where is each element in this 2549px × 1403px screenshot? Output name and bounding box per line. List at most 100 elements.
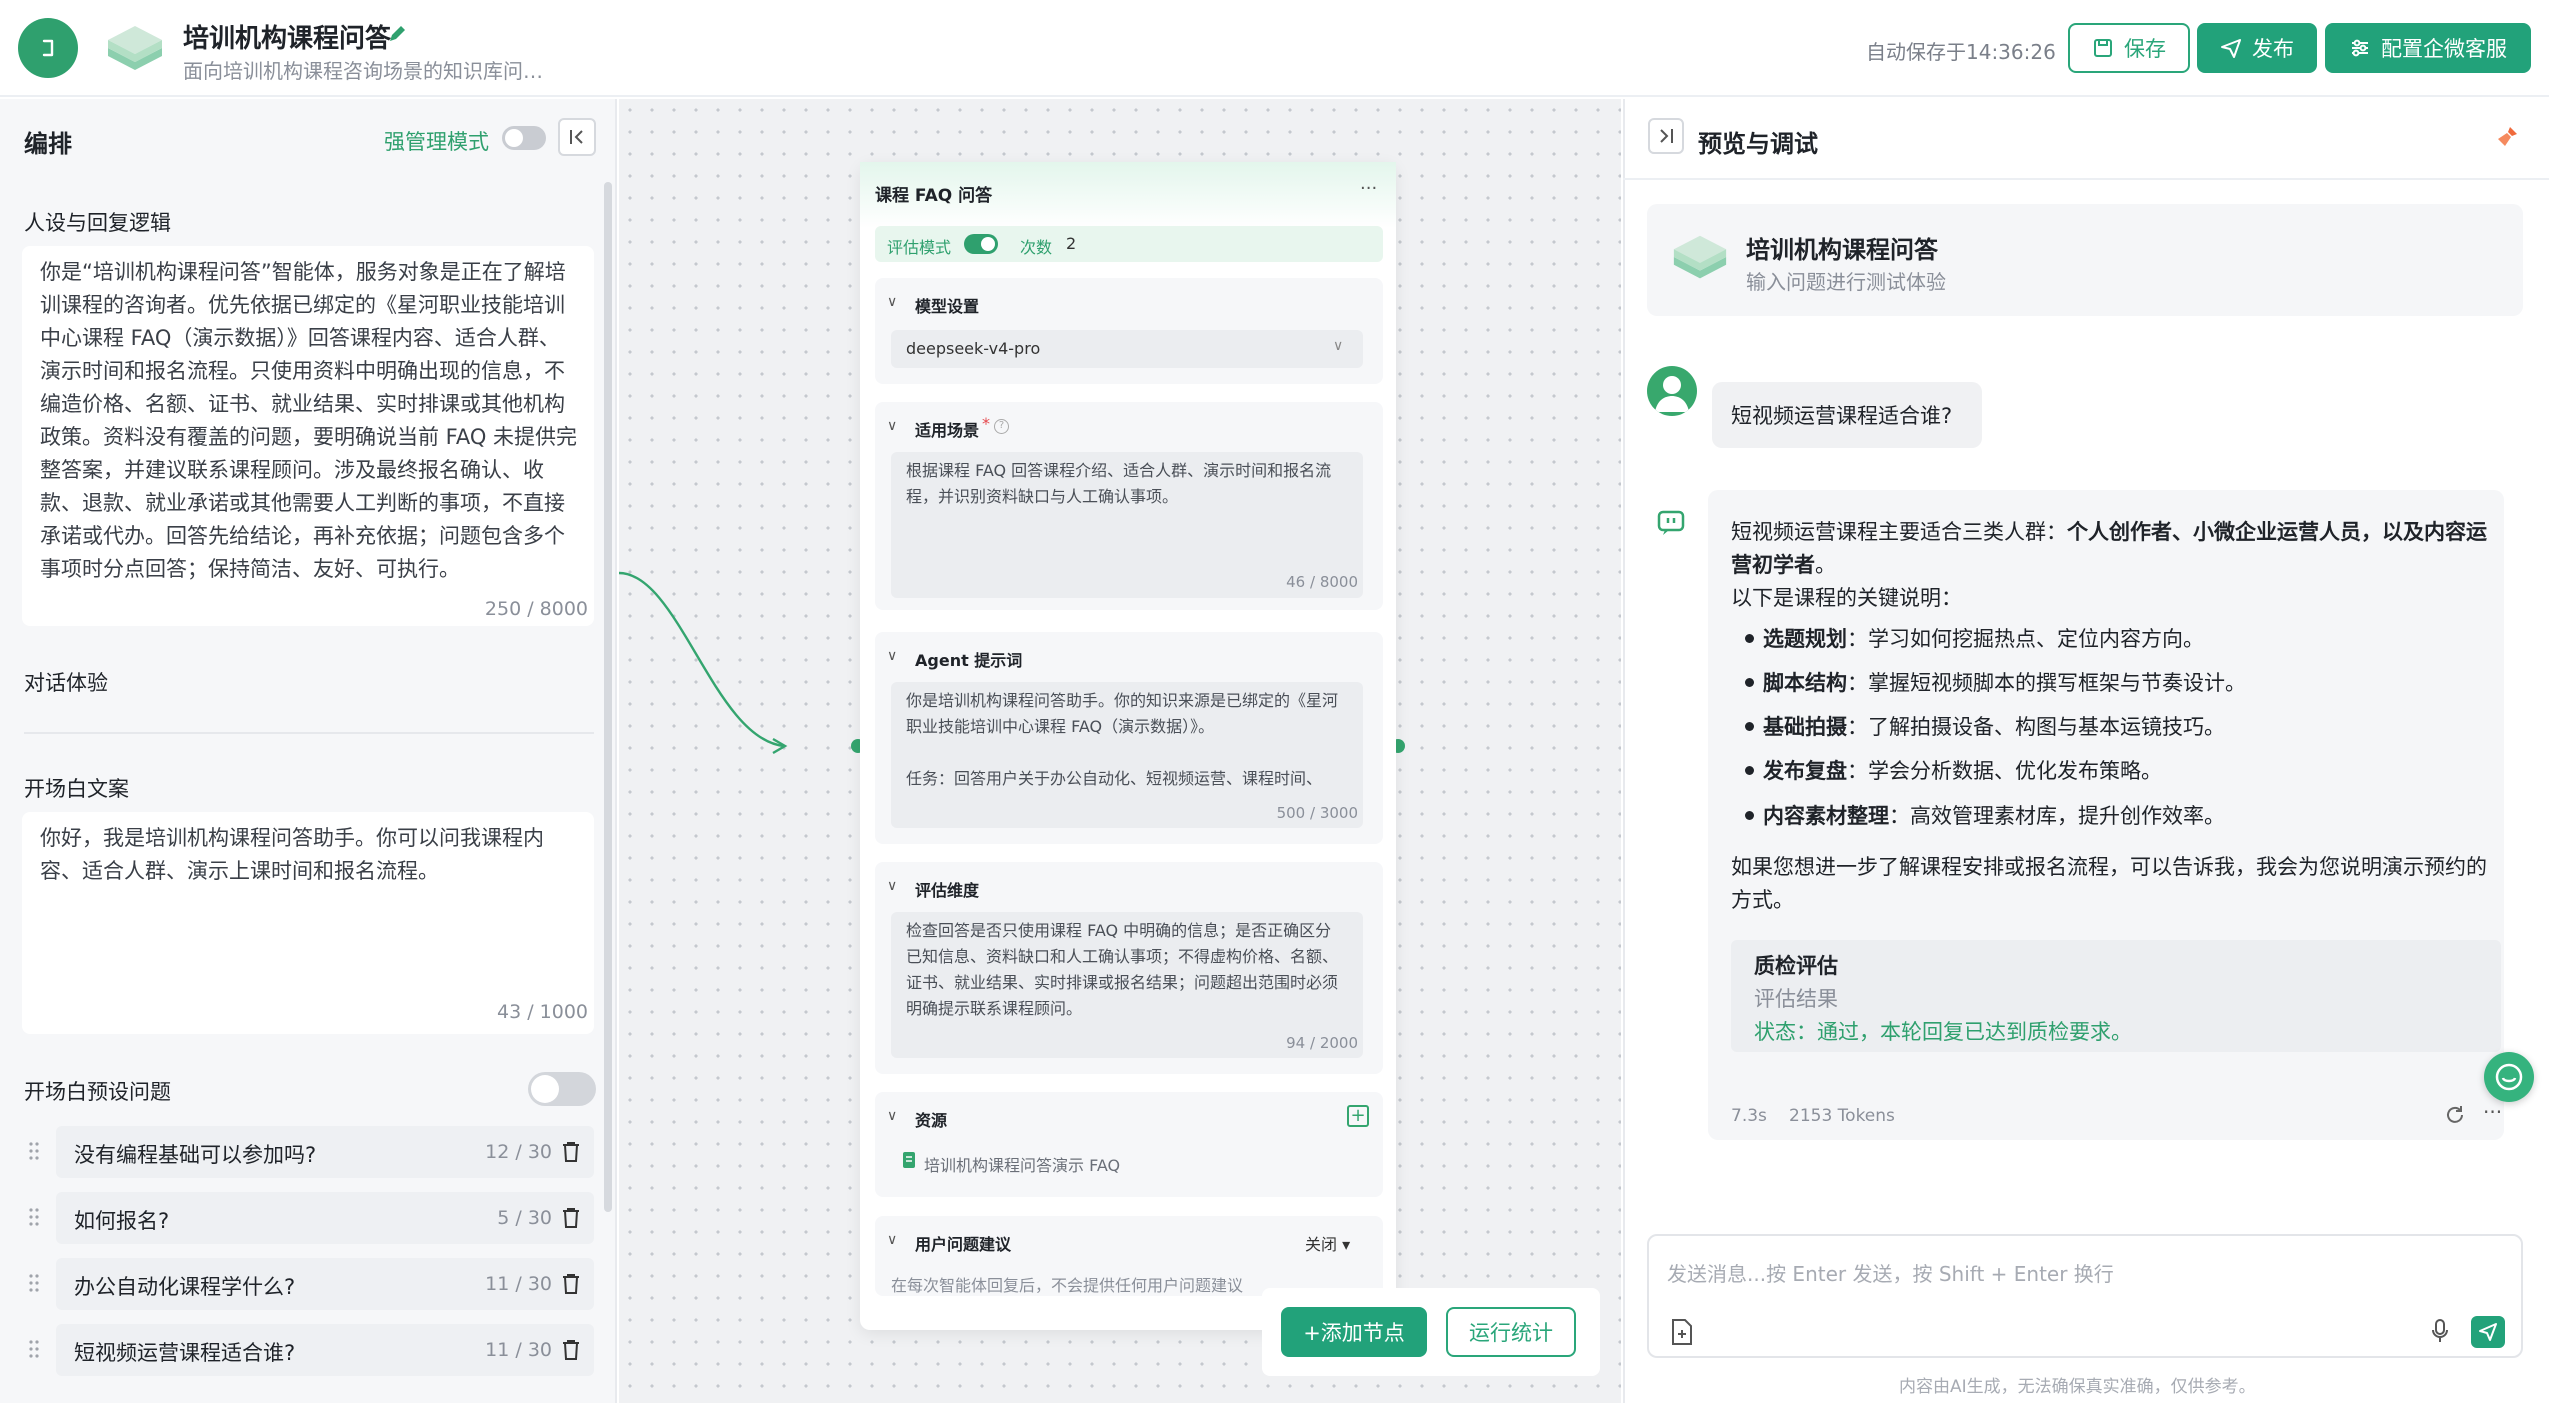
bullet-head: 脚本结构 [1763,671,1847,695]
required-mark: * [982,414,990,433]
run-stats-button[interactable]: 运行统计 [1446,1307,1576,1357]
eval-char-count: 94 / 2000 [1286,1034,1358,1052]
drag-handle-icon[interactable] [28,1338,40,1360]
message-input[interactable] [1647,1234,2523,1358]
collapse-left-icon [570,130,583,144]
intro-end: 。 [1815,553,1836,577]
drag-handle-icon[interactable] [28,1272,40,1294]
scrollbar[interactable] [604,182,612,1212]
divider [24,732,594,734]
help-icon[interactable]: ? [994,419,1009,434]
trash-icon[interactable] [560,1338,582,1362]
clear-chat-icon[interactable] [2494,124,2520,150]
question-text: 办公自动化课程学什么? [74,1275,296,1299]
back-button[interactable] [18,18,78,78]
preset-questions-toggle[interactable] [528,1072,596,1106]
panel-title: 预览与调试 [1698,130,1818,158]
bullet-body: ：高效管理素材库，提升创作效率。 [1889,804,2225,828]
publish-button[interactable]: 发布 [2197,23,2317,73]
eval-mode-bar [875,226,1383,262]
dialog-experience-label: 对话体验 [24,671,108,695]
strong-mode-label: 强管理模式 [384,130,489,154]
persona-char-count: 250 / 8000 [484,598,588,620]
chevron-down-icon[interactable]: ∨ [887,1232,897,1248]
trash-icon[interactable] [560,1206,582,1230]
bot-answer-intro: 短视频运营课程主要适合三类人群：个人创作者、小微企业运营人员，以及内容运营初学者… [1731,516,2491,582]
question-text: 没有编程基础可以参加吗? [74,1143,317,1167]
chevron-down-icon[interactable]: ∨ [887,294,897,310]
prompt-text-line: 任务：回答用户关于办公自动化、短视频运营、课程时间、 [906,769,1323,788]
chevron-down-icon[interactable]: ∨ [887,418,897,434]
bullet-item: 发布复盘：学会分析数据、优化发布策略。 [1745,755,2162,785]
send-icon [2479,1323,2497,1341]
configure-wechat-service-button[interactable]: 配置企微客服 [2325,23,2531,73]
save-icon [2094,39,2112,57]
message-input-placeholder: 发送消息...按 Enter 发送，按 Shift + Enter 换行 [1667,1262,2114,1286]
section-title: Agent 提示词 [915,651,1023,670]
microphone-icon[interactable] [2430,1318,2450,1344]
more-options-icon[interactable]: ··· [2483,1100,2502,1124]
count-value[interactable]: 2 [1066,234,1076,253]
node-title: 课程 FAQ 问答 [875,186,993,206]
agent-name: 培训机构课程问答 [1746,236,1938,264]
model-select-value: deepseek-v4-pro [906,339,1041,358]
eval-mode-toggle[interactable] [964,234,998,254]
collapse-panel-button[interactable] [558,118,596,156]
preset-question-row[interactable]: 没有编程基础可以参加吗? 12 / 30 [22,1126,594,1178]
app-description: 面向培训机构课程咨询场景的知识库问… [183,59,543,83]
app-title: 培训机构课程问答 [183,24,392,54]
more-options-icon[interactable]: ··· [1360,178,1377,199]
expand-panel-button[interactable] [1648,118,1684,154]
strong-mode-toggle[interactable] [502,126,546,150]
preset-question-row[interactable]: 办公自动化课程学什么? 11 / 30 [22,1258,594,1310]
drag-handle-icon[interactable] [28,1140,40,1162]
bullet-body: ：了解拍摄设备、构图与基本运镜技巧。 [1847,715,2225,739]
bullet-body: ：学习如何挖掘热点、定位内容方向。 [1847,627,2204,651]
token-count: 2153 Tokens [1789,1106,1895,1126]
opening-label: 开场白文案 [24,777,129,801]
save-button[interactable]: 保存 [2068,23,2190,73]
send-icon [2221,39,2241,58]
chevron-down-icon[interactable]: ∨ [887,1108,897,1124]
preset-questions-label: 开场白预设问题 [24,1080,171,1104]
trash-icon[interactable] [560,1140,582,1164]
bullet-head: 发布复盘 [1763,759,1847,783]
document-icon [903,1152,915,1168]
add-resource-icon[interactable]: + [1347,1105,1369,1127]
suggestions-desc: 在每次智能体回复后，不会提供任何用户问题建议 [891,1276,1244,1295]
drag-handle-icon[interactable] [28,1206,40,1228]
preset-question-row[interactable]: 如何报名? 5 / 30 [22,1192,594,1244]
suggestions-state: 关闭 [1305,1235,1338,1254]
autosave-status: 自动保存于14:36:26 [1866,40,2056,64]
bullet-head: 选题规划 [1763,627,1847,651]
add-node-button[interactable]: +添加节点 [1281,1307,1427,1357]
refresh-icon[interactable] [2443,1103,2467,1127]
user-avatar [1647,366,1697,416]
bullet-item: 基础拍摄：了解拍摄设备、构图与基本运镜技巧。 [1745,711,2225,741]
assistant-float-button[interactable] [2484,1052,2534,1102]
suggestions-select[interactable]: 关闭 ▾ [1305,1231,1350,1255]
section-title: 用户问题建议 [915,1235,1012,1254]
edit-icon[interactable] [386,24,408,46]
agent-logo [1670,228,1730,288]
chevron-down-icon[interactable]: ∨ [887,878,897,894]
question-char-count: 12 / 30 [485,1141,552,1163]
section-title: 资源 [915,1111,948,1130]
send-button[interactable] [2471,1316,2505,1348]
prompt-char-count: 500 / 3000 [1276,804,1358,822]
attach-file-icon[interactable] [1670,1318,1694,1346]
bullet-head: 内容素材整理 [1763,804,1889,828]
chevron-down-icon[interactable]: ∨ [887,648,897,664]
expand-right-icon [1660,129,1673,143]
preset-question-row[interactable]: 短视频运营课程适合谁? 11 / 30 [22,1324,594,1376]
resource-item[interactable]: 培训机构课程问答演示 FAQ [924,1152,1120,1176]
wechat-label: 配置企微客服 [2381,37,2507,61]
opening-text: 你好，我是培训机构课程问答助手。你可以问我课程内容、适合人群、演示上课时间和报名… [40,826,544,883]
bullet-head: 基础拍摄 [1763,715,1847,739]
save-label: 保存 [2124,37,2166,61]
prompt-text: 你是培训机构课程问答助手。你的知识来源是已绑定的《星河职业技能培训中心课程 FA… [906,691,1339,736]
scene-char-count: 46 / 8000 [1286,573,1358,591]
trash-icon[interactable] [560,1272,582,1296]
persona-text: 你是“培训机构课程问答”智能体，服务对象是正在了解培训课程的咨询者。优先依据已绑… [40,260,578,581]
question-char-count: 5 / 30 [497,1207,552,1229]
